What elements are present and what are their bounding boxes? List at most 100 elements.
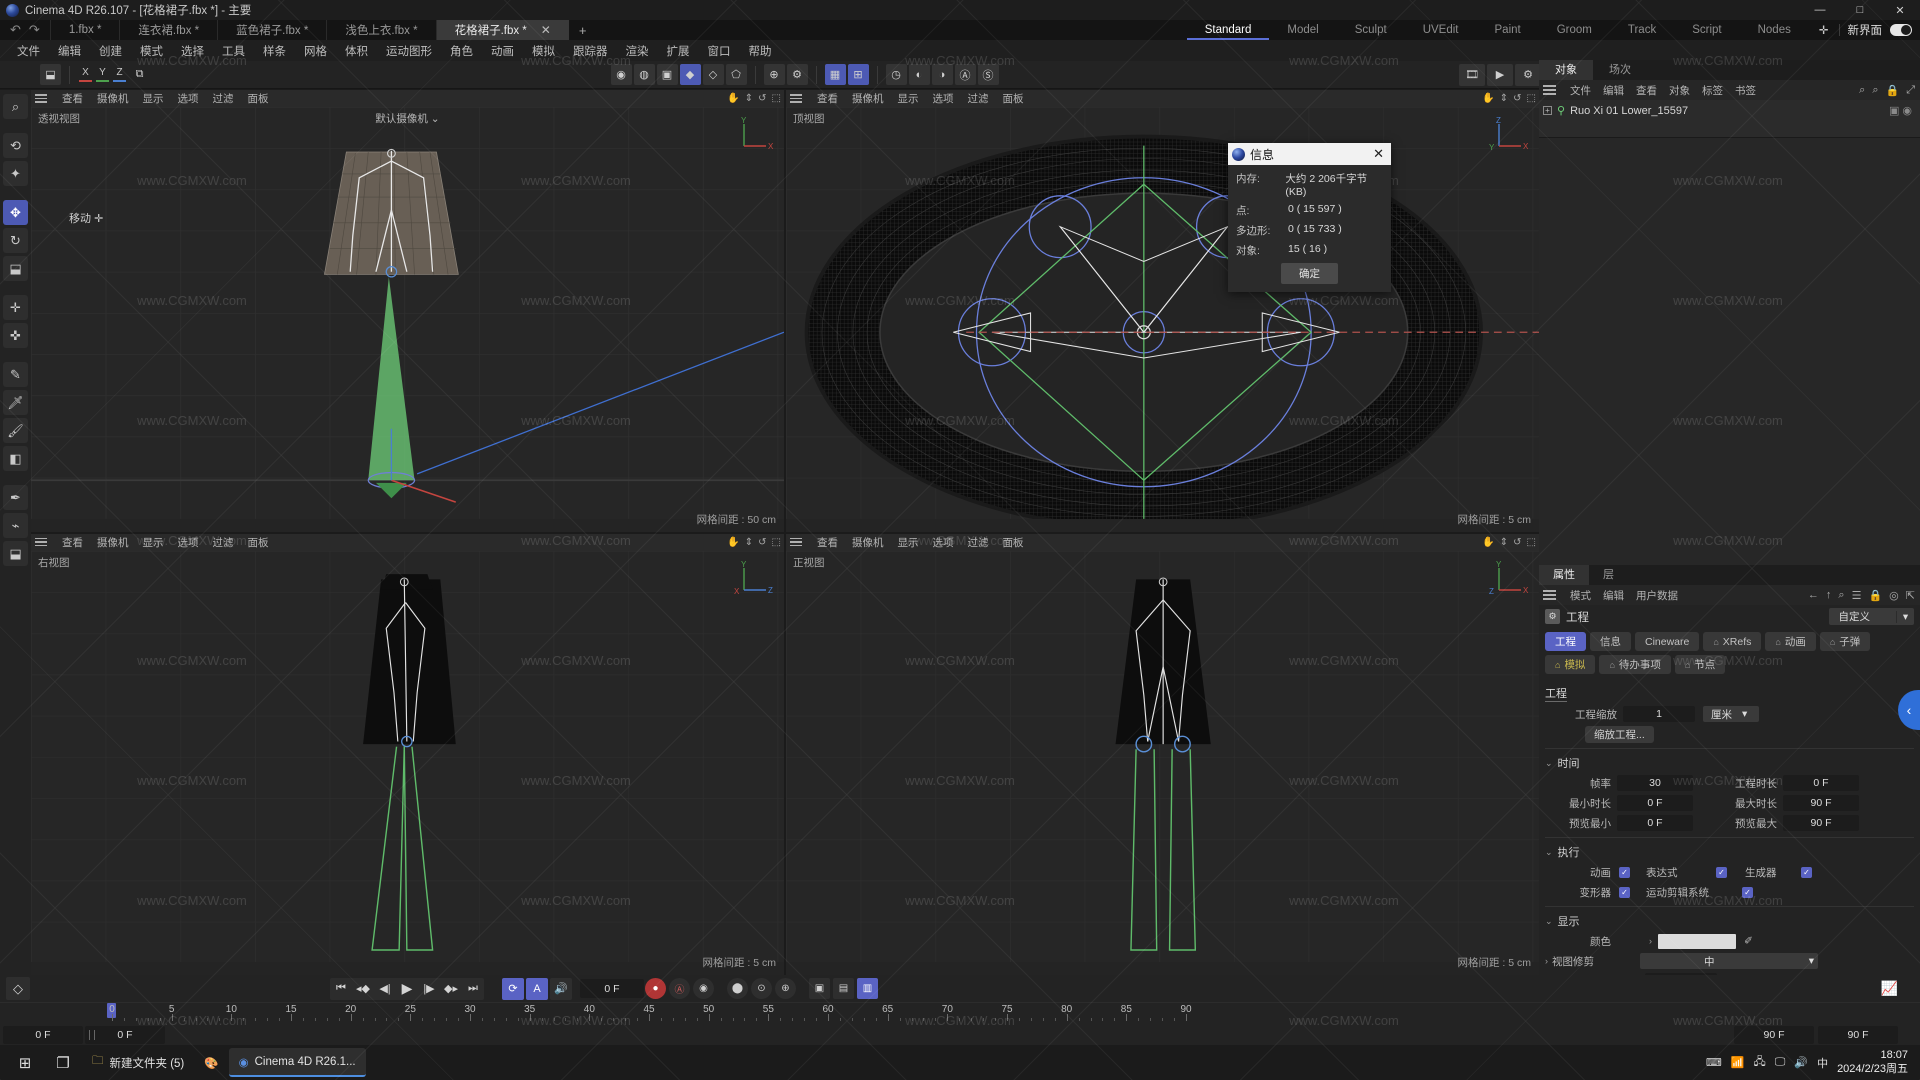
symmetry-icon[interactable]: Ⓢ: [977, 64, 999, 85]
vp-menu-panel[interactable]: 面板: [241, 535, 276, 550]
world-coordinate-icon[interactable]: ⧉: [129, 64, 150, 85]
render-view-icon[interactable]: 🎞: [1459, 63, 1485, 86]
vp-menu-options[interactable]: 选项: [926, 535, 961, 550]
mtab-xrefs[interactable]: ⌂ XRefs: [1703, 632, 1762, 651]
up-arrow-icon[interactable]: ↑: [1826, 589, 1832, 601]
layout-tab-sculpt[interactable]: Sculpt: [1337, 20, 1405, 40]
expand-toggle-icon[interactable]: +: [1543, 106, 1552, 115]
checkbox-generator[interactable]: ✓: [1801, 866, 1812, 878]
rotation-key-icon[interactable]: ⊙: [751, 978, 772, 999]
menu-render[interactable]: 渲染: [617, 43, 658, 59]
vp-menu-view[interactable]: 查看: [55, 535, 90, 550]
checkbox-expression[interactable]: ✓: [1716, 866, 1727, 878]
vp-menu-view[interactable]: 查看: [810, 91, 845, 106]
rotate-icon[interactable]: ↻: [3, 228, 28, 253]
color-icon[interactable]: ◧: [3, 446, 28, 471]
pan-icon[interactable]: ✋: [1482, 93, 1494, 104]
vp-menu-filter[interactable]: 过滤: [961, 91, 996, 106]
menu-select[interactable]: 选择: [172, 43, 213, 59]
workplane-icon[interactable]: ⬠: [725, 64, 747, 85]
vp-menu-panel[interactable]: 面板: [996, 91, 1031, 106]
checkbox-deformer[interactable]: ✓: [1619, 886, 1630, 898]
autokey-icon[interactable]: A: [526, 977, 548, 1000]
tray-network-icon[interactable]: 📶: [1731, 1056, 1745, 1069]
vp-menu-display[interactable]: 显示: [136, 91, 171, 106]
scale-key-icon[interactable]: ⊕: [775, 978, 796, 999]
keyframe-selection-icon[interactable]: ◉: [693, 978, 714, 999]
preset-dropdown[interactable]: 自定义 ▾: [1828, 608, 1914, 625]
auto-key-toggle-icon[interactable]: ▥: [857, 978, 878, 999]
orbit-icon[interactable]: ↺: [758, 93, 766, 104]
record-active-objects-icon[interactable]: ●: [645, 978, 666, 999]
menu-extensions[interactable]: 扩展: [658, 43, 699, 59]
search-icon[interactable]: ⌕: [1859, 84, 1865, 97]
axis-y-toggle[interactable]: Y: [94, 64, 111, 85]
obj-menu-objects[interactable]: 对象: [1663, 83, 1696, 98]
fcurve-icon[interactable]: 📈: [1881, 980, 1898, 997]
next-key-icon[interactable]: ◆▸: [440, 978, 462, 1000]
field-project-scale[interactable]: 1: [1623, 706, 1695, 722]
menu-simulation[interactable]: 模拟: [523, 43, 564, 59]
attr-menu-mode[interactable]: 模式: [1564, 588, 1597, 603]
menu-volume[interactable]: 体积: [336, 43, 377, 59]
start-button-icon[interactable]: ⊞: [6, 1046, 44, 1079]
section-display[interactable]: ⌄ 显示: [1545, 913, 1914, 929]
point-key-icon[interactable]: ▤: [833, 978, 854, 999]
layout-tab-standard[interactable]: Standard: [1186, 20, 1270, 40]
section-time[interactable]: ⌄ 时间: [1545, 755, 1914, 771]
obj-menu-file[interactable]: 文件: [1564, 83, 1597, 98]
next-frame-icon[interactable]: |▶: [418, 978, 440, 1000]
pan-icon[interactable]: ✋: [727, 537, 739, 548]
mtab-simulation[interactable]: ⌂ 模拟: [1545, 655, 1596, 674]
quantize-icon[interactable]: ⊞: [847, 64, 869, 85]
undo-icon[interactable]: ↶: [10, 22, 21, 38]
maximize-button[interactable]: □: [1840, 0, 1880, 20]
mtab-project[interactable]: 工程: [1545, 632, 1586, 651]
pan-icon[interactable]: ✋: [727, 93, 739, 104]
menu-animation[interactable]: 动画: [482, 43, 523, 59]
axis-x-toggle[interactable]: X: [77, 64, 94, 85]
pan-icon[interactable]: ✋: [1482, 537, 1494, 548]
attr-menu-userdata[interactable]: 用户数据: [1630, 588, 1684, 603]
menu-burger-icon[interactable]: [1543, 84, 1560, 97]
tab-takes[interactable]: 场次: [1593, 60, 1647, 80]
vp-menu-camera[interactable]: 摄像机: [845, 535, 891, 550]
brush-icon[interactable]: ✎: [3, 362, 28, 387]
layout-tab-track[interactable]: Track: [1610, 20, 1674, 40]
vp-menu-filter[interactable]: 过滤: [206, 535, 241, 550]
loop-icon[interactable]: ⟳: [502, 977, 524, 1000]
orbit-icon[interactable]: ↺: [1513, 537, 1521, 548]
deformer-icon[interactable]: ◐: [908, 64, 930, 85]
info-dialog[interactable]: 信息 ✕ 内存: 大约 2 206千字节(KB) 点: 0 ( 15 597 )…: [1228, 143, 1391, 292]
lock-icon[interactable]: 🔒: [1868, 589, 1882, 602]
snap-icon[interactable]: ⊕: [763, 64, 785, 85]
prev-frame-icon[interactable]: ◀|: [374, 978, 396, 1000]
layout-tab-paint[interactable]: Paint: [1477, 20, 1539, 40]
menu-burger-icon[interactable]: [790, 92, 806, 105]
vp-menu-options[interactable]: 选项: [926, 91, 961, 106]
menu-mograph[interactable]: 运动图形: [377, 43, 441, 59]
knife-icon[interactable]: 🗡: [3, 390, 28, 415]
tray-ime-icon[interactable]: 中: [1817, 1055, 1828, 1071]
menu-mesh[interactable]: 网格: [295, 43, 336, 59]
field-range-start[interactable]: 0 F: [3, 1025, 83, 1044]
vp-menu-view[interactable]: 查看: [810, 535, 845, 550]
back-arrow-icon[interactable]: ←: [1808, 589, 1819, 601]
layout-tab-uvedit[interactable]: UVEdit: [1405, 20, 1477, 40]
target-icon[interactable]: ◎: [1889, 589, 1899, 602]
search-icon[interactable]: ⌕: [1838, 589, 1844, 602]
mtab-todo[interactable]: ⌂ 待办事项: [1599, 655, 1671, 674]
snap-settings-icon[interactable]: ⚙: [786, 64, 808, 85]
go-to-start-icon[interactable]: ⏮: [330, 978, 352, 1000]
mtab-info[interactable]: 信息: [1590, 632, 1631, 651]
live-selection-icon[interactable]: ⌕: [3, 94, 28, 119]
redo-icon[interactable]: ↷: [29, 22, 40, 38]
mtab-bullet[interactable]: ⌂ 子弹: [1819, 632, 1871, 651]
file-tab-2[interactable]: 连衣裙.fbx *: [119, 20, 217, 40]
menu-burger-icon[interactable]: [35, 536, 51, 549]
maximize-viewport-icon[interactable]: ⬚: [772, 93, 781, 104]
tab-attributes[interactable]: 属性: [1539, 565, 1589, 585]
filter-icon[interactable]: ⌕: [1872, 84, 1878, 97]
object-tags[interactable]: ▣ ◉: [1889, 104, 1920, 117]
model-mode-icon[interactable]: ◆: [679, 64, 701, 85]
